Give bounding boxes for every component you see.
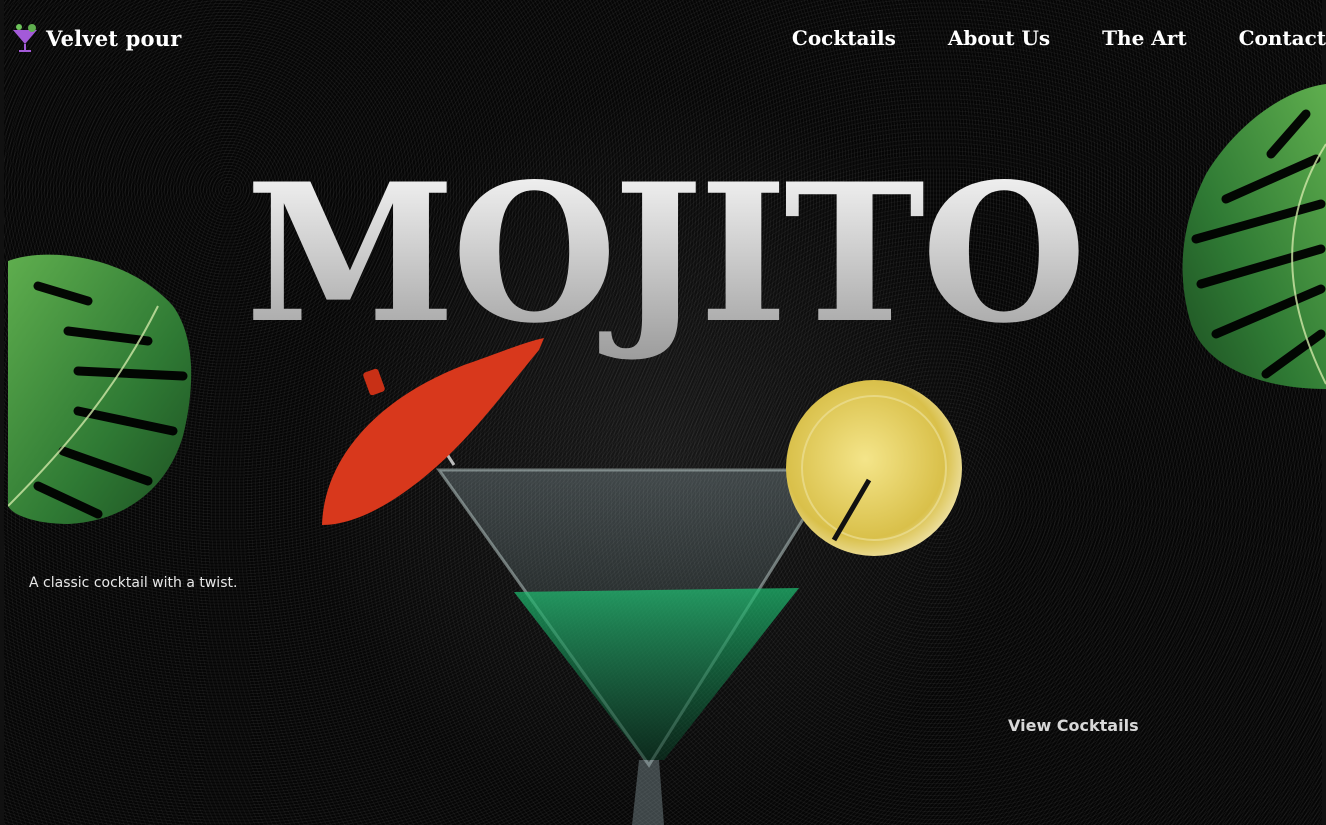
cocktail-glass-icon	[13, 24, 37, 52]
page-background: MOJITO Velvet pour Cocktails About Us Th…	[0, 0, 1326, 825]
view-cocktails-link[interactable]: View Cocktails	[1008, 716, 1139, 735]
hero-tagline: A classic cocktail with a twist.	[29, 575, 238, 591]
nav-link-about-us[interactable]: About Us	[948, 26, 1050, 50]
nav-link-cocktails[interactable]: Cocktails	[792, 26, 896, 50]
nav-link-contact[interactable]: Contact	[1239, 26, 1326, 50]
brand-name: Velvet pour	[46, 25, 182, 51]
nav-links: Cocktails About Us The Art Contact	[792, 26, 1326, 50]
brand-logo[interactable]: Velvet pour	[10, 22, 182, 54]
nav-link-the-art[interactable]: The Art	[1102, 26, 1186, 50]
cocktail-glass-image	[322, 338, 962, 825]
top-navigation: Velvet pour Cocktails About Us The Art C…	[4, 0, 1326, 76]
